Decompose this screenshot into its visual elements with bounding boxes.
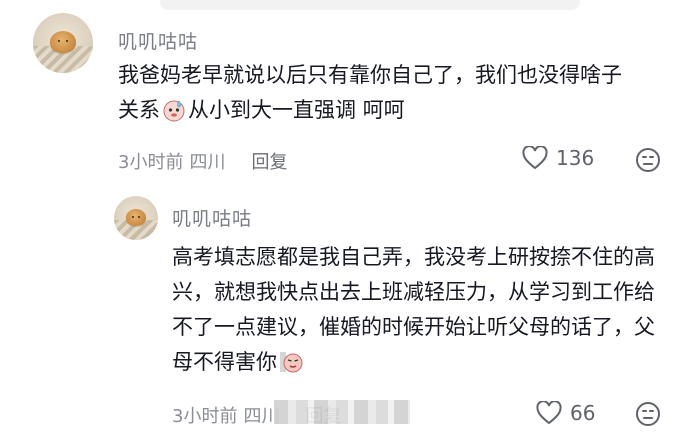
comment-time: 3小时前 — [118, 152, 184, 173]
like-count: 66 — [570, 401, 596, 425]
watermark-overlay — [274, 400, 410, 424]
reply-button[interactable]: 回复 — [251, 148, 287, 174]
comment-location: 四川 — [189, 152, 226, 173]
heart-outline-icon — [522, 146, 548, 170]
comment-text-part: 高考填志愿都是我自己弄，我没考上研按捺不住的高兴，就想我快点出去上班减轻压力，从… — [172, 245, 655, 374]
comment-username[interactable]: 叽叽咕咕 — [118, 27, 198, 54]
top-bar-fragment — [0, 0, 690, 14]
dislike-face-icon[interactable] — [635, 147, 661, 173]
comment-text: 我爸妈老早就说以后只有靠你自己了，我们也没得啥子关系 从小到大一直强调 呵呵 — [118, 58, 638, 128]
avatar[interactable] — [33, 13, 93, 73]
avatar[interactable] — [114, 196, 158, 240]
sweaty-face-emoji — [163, 100, 185, 122]
comment-time: 3小时前 — [172, 406, 238, 427]
comment-text: 高考填志愿都是我自己弄，我没考上研按捺不住的高兴，就想我快点出去上班减轻压力，从… — [172, 240, 668, 380]
heart-outline-icon — [536, 401, 562, 425]
like-button[interactable]: 136 — [522, 146, 594, 170]
comment-meta: 3小时前 四川 回复 — [118, 148, 287, 174]
comment-username[interactable]: 叽叽咕咕 — [172, 204, 252, 231]
dislike-face-icon[interactable] — [635, 401, 661, 427]
like-button[interactable]: 66 — [536, 401, 595, 425]
smirk-face-emoji — [280, 352, 303, 373]
comment-text-part: 从小到大一直强调 呵呵 — [188, 98, 405, 122]
like-count: 136 — [556, 146, 595, 170]
